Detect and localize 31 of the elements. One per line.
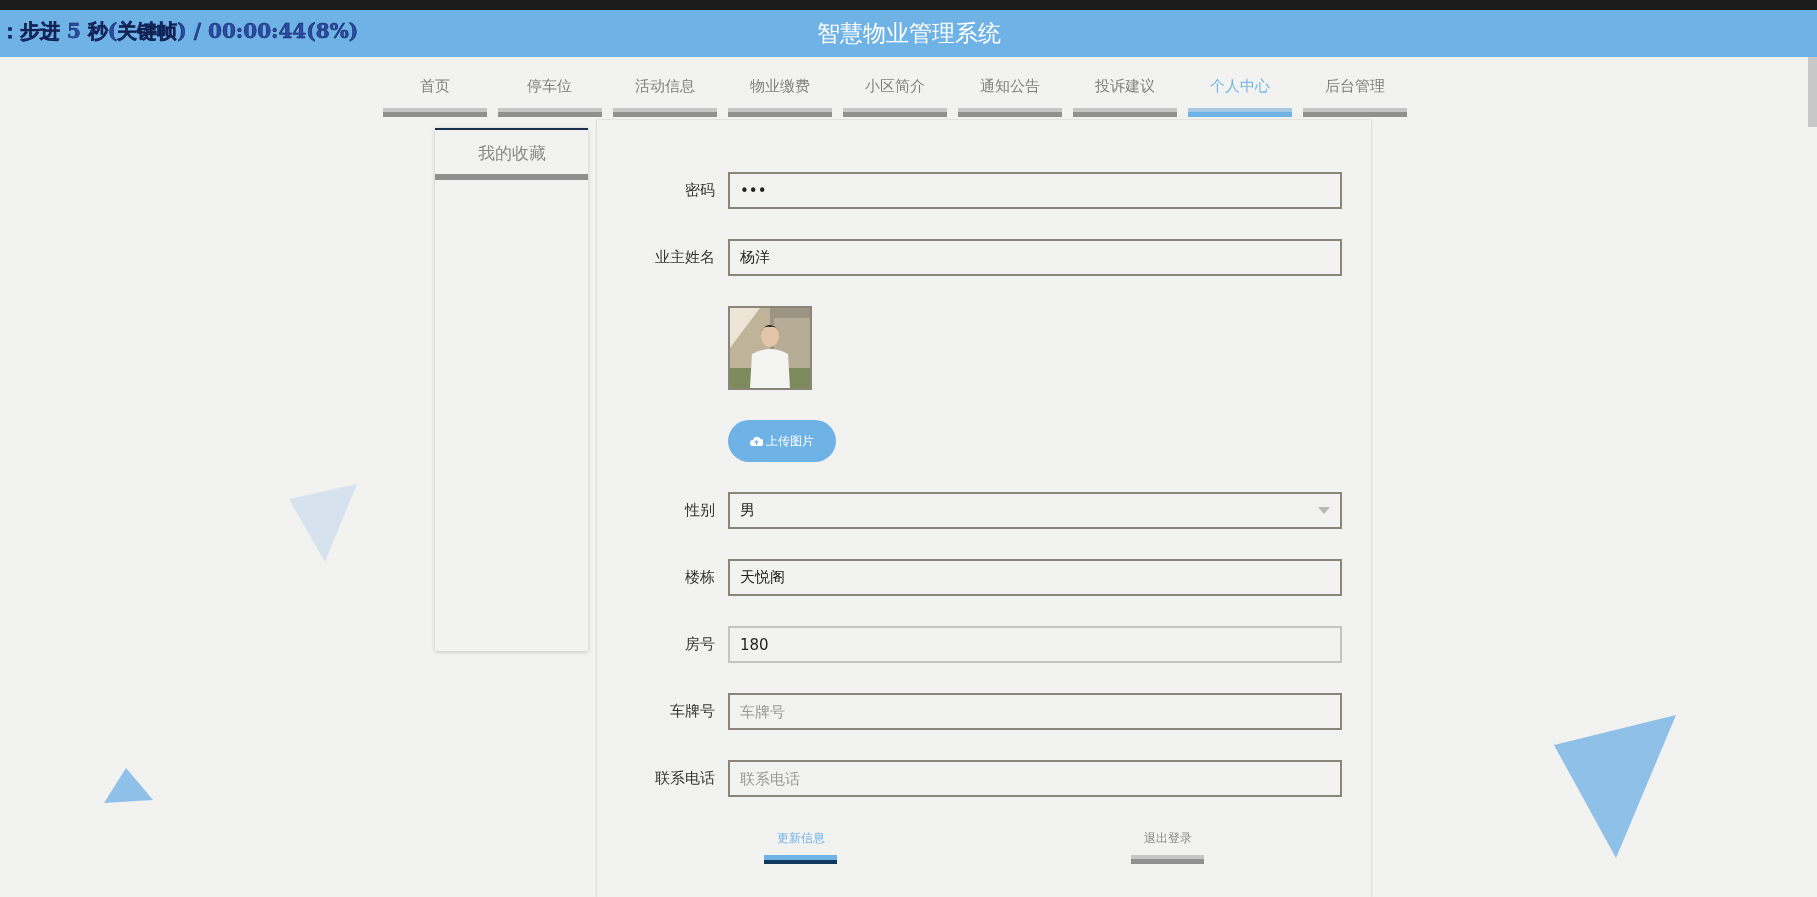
input-field[interactable]: ••• — [728, 172, 1342, 209]
field-label: 房号 — [684, 635, 715, 654]
nav-tab[interactable]: 投诉建议 — [1072, 77, 1177, 117]
input-field[interactable]: 杨洋 — [728, 239, 1342, 276]
input-field[interactable]: 天悦阁 — [728, 559, 1342, 596]
playback-overlay-text: ：步进 5 秒(关键帧) / 00:00:44(8%) — [0, 18, 359, 45]
nav-tab[interactable]: 小区简介 — [842, 77, 947, 117]
select-field[interactable]: 男 — [728, 492, 1342, 529]
nav-tab[interactable]: 通知公告 — [957, 77, 1062, 117]
field-label: 联系电话 — [654, 769, 715, 788]
input-field[interactable]: 联系电话 — [728, 760, 1342, 797]
nav-tab[interactable]: 首页 — [382, 77, 487, 117]
input-field[interactable]: 车牌号 — [728, 693, 1342, 730]
site-title: 智慧物业管理系统 — [816, 19, 1001, 48]
triangle-shape — [104, 768, 153, 803]
nav-tab[interactable]: 后台管理 — [1302, 77, 1407, 117]
field-label: 车牌号 — [669, 702, 715, 721]
nav-tab[interactable]: 停车位 — [497, 77, 602, 117]
field-label: 密码 — [684, 181, 715, 200]
input-field[interactable]: 180 — [728, 626, 1342, 663]
upload-button[interactable]: 上传图片 — [728, 420, 836, 462]
nav-tab[interactable]: 个人中心 — [1187, 77, 1292, 117]
nav-tab[interactable]: 物业缴费 — [727, 77, 832, 117]
field-label: 性别 — [683, 501, 715, 520]
field-label: 业主姓名 — [654, 248, 715, 267]
caret-icon — [1318, 507, 1330, 514]
nav-tab[interactable]: 活动信息 — [612, 77, 717, 117]
sidebar-item[interactable]: 我的收藏 — [435, 130, 588, 180]
field-label: 楼栋 — [684, 568, 715, 587]
scrollbar[interactable] — [1808, 57, 1817, 127]
cloud-upload-icon — [750, 436, 763, 446]
